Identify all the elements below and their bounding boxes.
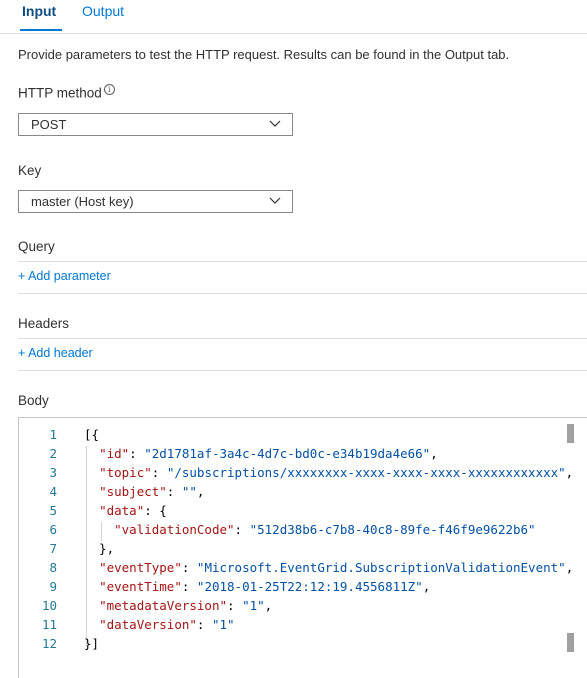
code-line: [{ [84,425,99,444]
query-bottom-divider [18,293,587,294]
tab-bar: Input Output [0,0,587,34]
json-value: "1" [242,598,265,613]
json-punctuation [84,617,99,632]
json-punctuation: , [422,579,431,594]
json-value: "2018-01-25T22:12:19.4556811Z" [196,579,423,594]
json-key: "validationCode" [114,522,235,537]
chevron-down-icon [269,197,281,204]
json-punctuation [84,522,114,537]
line-number-gutter: 1 2 3 4 5 6 7 8 9 10 11 12 [19,418,69,678]
json-punctuation: : [227,598,243,613]
headers-bottom-divider [18,370,587,371]
json-punctuation: , [430,446,438,461]
json-punctuation: [{ [84,427,100,442]
code-line: "topic": "/subscriptions/xxxxxxxx-xxxx-x… [84,463,573,482]
json-punctuation: : [234,522,250,537]
json-punctuation: : [181,579,197,594]
json-key: "eventTime" [99,579,182,594]
json-punctuation [84,446,99,461]
key-label: Key [18,163,42,178]
json-punctuation [84,598,99,613]
json-punctuation: : [181,560,197,575]
code-line: "id": "2d1781af-3a4c-4d7c-bd0c-e34b19da4… [84,444,438,463]
scrollbar-marker-bottom[interactable] [567,633,574,652]
http-method-value: POST [31,117,67,132]
http-method-select[interactable]: POST [18,113,293,136]
code-line: }] [84,634,99,653]
code-area[interactable]: [{ "id": "2d1781af-3a4c-4d7c-bd0c-e34b19… [84,418,584,678]
json-value: "1" [211,617,235,632]
json-punctuation [84,503,99,518]
add-header-link[interactable]: + Add header [18,345,93,362]
code-line: "metadataVersion": "1", [84,596,272,615]
json-punctuation: }] [84,636,100,651]
json-punctuation: , [264,598,273,613]
key-select[interactable]: master (Host key) [18,190,293,213]
json-punctuation: , [565,560,574,575]
add-parameter-link[interactable]: + Add parameter [18,268,111,285]
http-method-label: HTTP method [18,85,102,101]
line-number: 8 [49,560,57,575]
json-punctuation [84,484,99,499]
query-label: Query [18,239,55,254]
json-punctuation: : [129,446,145,461]
json-value: "2d1781af-3a4c-4d7c-bd0c-e34b19da4e66" [144,446,431,461]
description-text: Provide parameters to test the HTTP requ… [18,47,510,62]
chevron-down-icon [269,120,281,127]
code-line: "dataVersion": "1" [84,615,235,634]
json-punctuation [84,579,99,594]
code-line: "validationCode": "512d38b6-c7b8-40c8-89… [84,520,536,539]
json-key: "eventType" [99,560,182,575]
json-value: "" [181,484,197,499]
code-line: "eventType": "Microsoft.EventGrid.Subscr… [84,558,573,577]
line-number: 12 [41,636,57,651]
line-number: 11 [41,617,57,632]
json-punctuation: : { [144,503,167,518]
json-key: "data" [99,503,145,518]
json-value: "Microsoft.EventGrid.SubscriptionValidat… [196,560,566,575]
json-key: "id" [99,446,130,461]
code-line: "subject": "", [84,482,204,501]
json-punctuation: , [565,465,574,480]
query-divider [18,261,587,262]
scrollbar-marker-top[interactable] [567,424,574,443]
body-code-editor[interactable]: 1 2 3 4 5 6 7 8 9 10 11 12 [{ "id": "2d1781af-3a4c-… [18,417,587,678]
json-key: "subject" [99,484,167,499]
json-key: "metadataVersion" [99,598,227,613]
line-number: 6 [49,522,57,537]
json-punctuation: , [196,484,205,499]
code-line: "eventTime": "2018-01-25T22:12:19.455681… [84,577,430,596]
line-number: 2 [49,446,57,461]
line-number: 3 [49,465,57,480]
http-method-label-row: HTTP method i [18,84,115,103]
line-number: 4 [49,484,57,499]
json-key: "topic" [99,465,152,480]
key-value: master (Host key) [31,194,134,209]
headers-divider [18,338,587,339]
line-number: 9 [49,579,57,594]
code-line: "data": { [84,501,167,520]
tab-output[interactable]: Output [82,2,124,20]
line-number: 7 [49,541,57,556]
json-punctuation: }, [84,541,115,556]
json-punctuation: : [151,465,167,480]
code-line: }, [84,539,114,558]
headers-label: Headers [18,316,70,331]
tab-input[interactable]: Input [22,2,56,20]
line-number: 5 [49,503,57,518]
json-value: "512d38b6-c7b8-40c8-89fe-f46f9e9622b6" [249,522,536,537]
json-punctuation: : [166,484,182,499]
json-punctuation [84,465,99,480]
json-key: "dataVersion" [99,617,197,632]
info-icon[interactable]: i [103,84,115,95]
active-tab-indicator [20,29,62,31]
body-label: Body [18,393,49,408]
json-punctuation [84,560,99,575]
tab-bar-divider [0,33,587,34]
line-number: 1 [49,427,57,442]
json-value: "/subscriptions/xxxxxxxx-xxxx-xxxx-xxxx-… [166,465,566,480]
json-punctuation: : [196,617,212,632]
line-number: 10 [41,598,57,613]
